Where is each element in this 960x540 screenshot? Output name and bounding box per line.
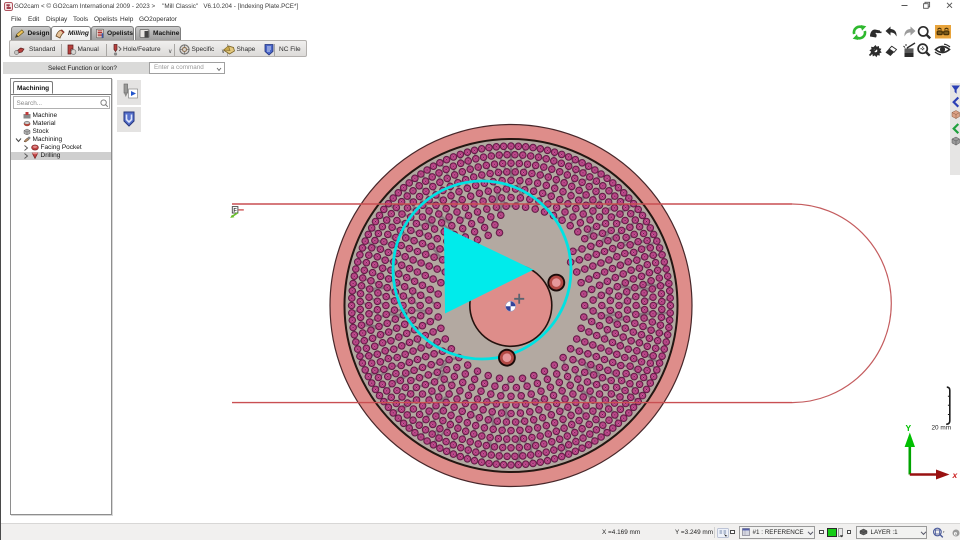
svg-text:20 mm: 20 mm bbox=[932, 425, 952, 432]
svg-text:Y: Y bbox=[906, 423, 912, 433]
svg-text:x: x bbox=[952, 470, 959, 480]
